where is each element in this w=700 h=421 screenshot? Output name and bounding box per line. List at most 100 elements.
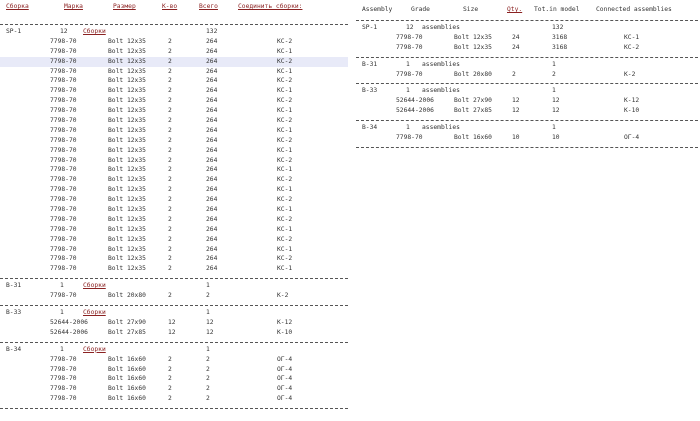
table-row[interactable]: 7798-70 Bolt 12x35 2 264 КС-1	[0, 185, 348, 195]
qty-cell: 12	[512, 107, 520, 115]
qty-cell: 2	[168, 166, 172, 174]
table-row[interactable]: 52644-2006 Bolt 27x85 12 12 К-10	[356, 106, 698, 116]
grade-cell: 7798-70	[50, 215, 77, 223]
col-header-qty[interactable]: К-во	[162, 3, 177, 10]
table-row[interactable]: 7798-70 Bolt 12x35 2 264 КС-2	[0, 76, 348, 86]
table-row[interactable]: 7798-70 Bolt 12x35 2 264 КС-1	[0, 86, 348, 96]
assembly-header-row[interactable]: B-31 1 assemblies 1	[356, 60, 698, 70]
table-row[interactable]: 7798-70 Bolt 12x35 2 264 КС-1	[0, 225, 348, 235]
table-row[interactable]: 7798-70 Bolt 16x60 2 2 ОГ-4	[0, 394, 348, 404]
connected-cell: К-10	[624, 107, 640, 115]
table-row[interactable]: 7798-70 Bolt 12x35 2 264 КС-1	[0, 245, 348, 255]
qty-cell: 2	[168, 126, 172, 134]
assembly-count: 1	[406, 60, 410, 68]
total-cell: 264	[206, 255, 218, 263]
table-row[interactable]: 7798-70 Bolt 12x35 2 264 КС-1	[0, 106, 348, 116]
table-row[interactable]: 7798-70 Bolt 12x35 2 264 КС-2	[0, 195, 348, 205]
grade-cell: 52644-2006	[50, 318, 88, 326]
table-row[interactable]: 7798-70 Bolt 12x35 2 264 КС-2	[0, 96, 348, 106]
grade-cell: 7798-70	[50, 67, 77, 75]
assembly-total: 1	[552, 87, 556, 95]
qty-cell: 10	[512, 134, 520, 142]
assembly-group: B-33 1 assemblies 1 52644-2006 Bolt 27x90 12 12…	[356, 84, 698, 122]
connected-cell: ОГ-4	[277, 375, 293, 383]
table-row[interactable]: 7798-70 Bolt 16x60 2 2 ОГ-4	[0, 365, 348, 375]
table-row[interactable]: 7798-70 Bolt 12x35 2 264 КС-1	[0, 47, 348, 57]
col-header-grade[interactable]: Марка	[64, 3, 83, 10]
table-row[interactable]: 7798-70 Bolt 12x35 2 264 КС-2	[0, 215, 348, 225]
total-cell: 264	[206, 176, 218, 184]
table-row[interactable]: 7798-70 Bolt 20x80 2 2 К-2	[0, 291, 348, 301]
connected-cell: КС-1	[277, 126, 293, 134]
table-row[interactable]: 7798-70 Bolt 12x35 2 264 КС-2	[0, 136, 348, 146]
size-cell: Bolt 16x60	[108, 365, 146, 373]
table-row[interactable]: 7798-70 Bolt 12x35 2 264 КС-1	[0, 67, 348, 77]
assembly-header-row[interactable]: B-33 1 assemblies 1	[356, 86, 698, 96]
col-header-size[interactable]: Размер	[113, 3, 136, 10]
col-header-assembly[interactable]: Assembly	[362, 6, 392, 13]
col-header-qty[interactable]: Qty.	[507, 6, 522, 13]
table-row[interactable]: 7798-70 Bolt 12x35 2 264 КС-1	[0, 264, 348, 274]
assembly-name: SP-1	[362, 24, 378, 31]
table-row[interactable]: 7798-70 Bolt 12x35 2 264 КС-2	[0, 156, 348, 166]
col-header-assembly[interactable]: Сборка	[6, 3, 29, 10]
assembly-header-row[interactable]: B-33 1 Сборки 1	[0, 308, 348, 318]
table-row[interactable]: 7798-70 Bolt 16x60 10 10 ОГ-4	[356, 133, 698, 143]
qty-cell: 2	[168, 265, 172, 273]
table-row[interactable]: 52644-2006 Bolt 27x90 12 12 К-12	[356, 96, 698, 106]
size-cell: Bolt 16x60	[108, 375, 146, 383]
assemblies-link: Сборки	[83, 28, 106, 35]
col-header-total[interactable]: Всего	[199, 3, 218, 10]
total-cell: 264	[206, 146, 218, 154]
assembly-header-row[interactable]: B-34 1 Сборки 1	[0, 345, 348, 355]
size-cell: Bolt 27x90	[454, 97, 492, 105]
size-cell: Bolt 16x60	[108, 355, 146, 363]
table-row[interactable]: 7798-70 Bolt 16x60 2 2 ОГ-4	[0, 355, 348, 365]
assembly-header-row[interactable]: B-31 1 Сборки 1	[0, 281, 348, 291]
connected-cell: ОГ-4	[277, 355, 293, 363]
table-row[interactable]: 7798-70 Bolt 12x35 2 264 КС-2	[0, 235, 348, 245]
assembly-header-row[interactable]: SP-1 12 assemblies 132	[356, 23, 698, 33]
connected-cell: КС-2	[277, 235, 293, 243]
size-cell: Bolt 12x35	[108, 97, 146, 105]
col-header-connected[interactable]: Соединить сборки:	[238, 3, 302, 10]
col-header-total[interactable]: Tot.in model	[534, 6, 580, 13]
grade-cell: 7798-70	[50, 292, 77, 300]
col-header-grade[interactable]: Grade	[411, 6, 430, 13]
table-row[interactable]: 52644-2006 Bolt 27x85 12 12 К-10	[0, 328, 348, 338]
qty-cell: 2	[168, 57, 172, 65]
table-row[interactable]: 7798-70 Bolt 12x35 2 264 КС-2	[0, 116, 348, 126]
table-row[interactable]: 52644-2006 Bolt 27x90 12 12 К-12	[0, 318, 348, 328]
table-row[interactable]: 7798-70 Bolt 12x35 2 264 КС-2	[0, 175, 348, 185]
table-row[interactable]: 7798-70 Bolt 12x35 2 264 КС-2	[0, 56, 348, 67]
table-row[interactable]: 7798-70 Bolt 12x35 2 264 КС-1	[0, 205, 348, 215]
col-header-size[interactable]: Size	[463, 6, 478, 13]
table-row[interactable]: 7798-70 Bolt 16x60 2 2 ОГ-4	[0, 374, 348, 384]
grade-cell: 7798-70	[50, 235, 77, 243]
assembly-header-row[interactable]: SP-1 12 Сборки 132	[0, 27, 348, 37]
table-row[interactable]: 7798-70 Bolt 12x35 2 264 КС-2	[0, 254, 348, 264]
table-row[interactable]: 7798-70 Bolt 12x35 2 264 КС-1	[0, 146, 348, 156]
size-cell: Bolt 20x80	[454, 70, 492, 78]
table-row[interactable]: 7798-70 Bolt 16x60 2 2 ОГ-4	[0, 384, 348, 394]
col-header-connected[interactable]: Connected assemblies	[596, 6, 672, 13]
table-row[interactable]: 7798-70 Bolt 20x80 2 2 К-2	[356, 70, 698, 80]
size-cell: Bolt 12x35	[454, 33, 492, 41]
size-cell: Bolt 12x35	[108, 107, 146, 115]
size-cell: Bolt 27x90	[108, 318, 146, 326]
grade-cell: 7798-70	[50, 136, 77, 144]
qty-cell: 24	[512, 43, 520, 51]
table-row[interactable]: 7798-70 Bolt 12x35 24 3168 КС-1	[356, 33, 698, 43]
qty-cell: 2	[168, 146, 172, 154]
qty-cell: 2	[168, 47, 172, 55]
qty-cell: 2	[168, 87, 172, 95]
table-row[interactable]: 7798-70 Bolt 12x35 2 264 КС-1	[0, 126, 348, 136]
table-row[interactable]: 7798-70 Bolt 12x35 2 264 КС-2	[0, 37, 348, 47]
assembly-group: B-31 1 assemblies 1 7798-70 Bolt 20x80 2 2 К-2	[356, 58, 698, 85]
table-row[interactable]: 7798-70 Bolt 12x35 24 3168 КС-2	[356, 43, 698, 53]
assembly-header-row[interactable]: B-34 1 assemblies 1	[356, 123, 698, 133]
total-cell: 10	[552, 134, 560, 142]
table-row[interactable]: 7798-70 Bolt 12x35 2 264 КС-1	[0, 165, 348, 175]
size-cell: Bolt 12x35	[108, 196, 146, 204]
total-cell: 264	[206, 156, 218, 164]
